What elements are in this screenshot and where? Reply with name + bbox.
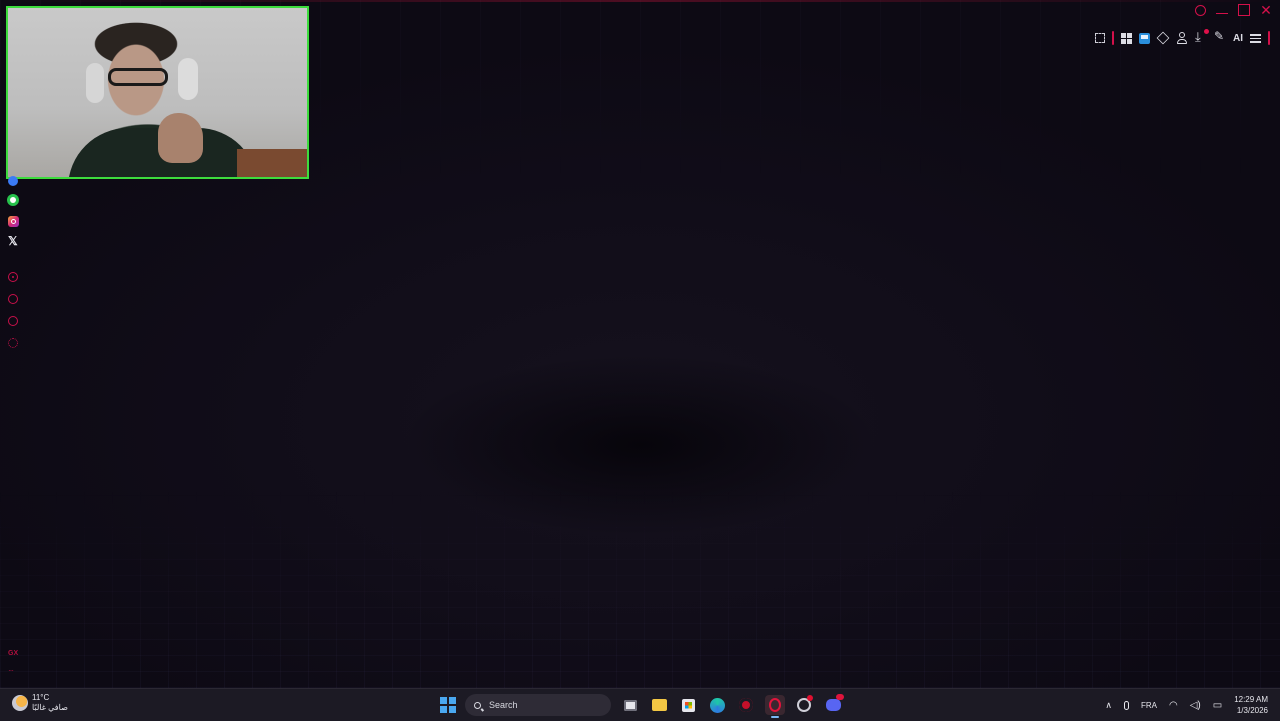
clock-date: 1/3/2026 — [1236, 706, 1268, 715]
account-icon[interactable] — [1176, 32, 1188, 44]
weather-icon — [12, 695, 28, 711]
weather-temperature: 11°C — [32, 693, 50, 702]
x-icon[interactable]: 𝕏 — [8, 235, 22, 249]
settings-icon[interactable] — [8, 338, 18, 348]
clock-time: 12:29 AM — [1234, 695, 1268, 704]
wifi-icon[interactable]: ◠ — [1169, 700, 1178, 711]
weather-widget[interactable]: 11°C صافي غالبًا — [12, 693, 68, 713]
red-app-icon[interactable] — [736, 695, 756, 715]
battery-icon[interactable]: ▭ — [1213, 700, 1222, 711]
sidebar-more-icon[interactable]: ··· — [8, 666, 14, 675]
webcam-background-shelf — [237, 149, 307, 177]
snapshot-icon[interactable] — [1095, 33, 1105, 43]
instagram-icon[interactable] — [7, 216, 19, 227]
webcam-glasses — [108, 68, 168, 86]
browser-viewport: ✕ AI 𝕏 GX ··· — [0, 0, 1280, 688]
background-floor-grid — [0, 488, 1280, 688]
microphone-icon[interactable] — [1123, 700, 1129, 710]
system-tray: ∧ FRA ◠ ◁) ▭ 12:29 AM 1/3/2026 — [1105, 689, 1268, 721]
whatsapp-icon[interactable] — [7, 194, 19, 206]
maximize-icon[interactable] — [1238, 4, 1250, 16]
webcam-hand — [158, 113, 203, 163]
window-search-icon[interactable] — [1195, 4, 1206, 16]
extension-icon[interactable] — [1139, 32, 1150, 44]
webcam-headset-left — [86, 63, 104, 103]
messenger-icon[interactable] — [8, 176, 18, 186]
search-icon — [474, 701, 481, 709]
clock[interactable]: 12:29 AM 1/3/2026 — [1234, 694, 1268, 716]
language-indicator[interactable]: FRA — [1141, 701, 1157, 710]
taskbar-apps: Search — [440, 693, 844, 718]
file-explorer-icon[interactable] — [649, 695, 669, 715]
download-icon[interactable] — [1195, 29, 1209, 45]
windows-start-icon[interactable] — [440, 697, 456, 713]
taskbar-search[interactable]: Search — [465, 694, 611, 716]
top-accent-line — [0, 0, 1280, 2]
window-controls: ✕ — [1195, 3, 1272, 17]
webcam-headset-right — [178, 58, 198, 100]
player-icon[interactable] — [8, 272, 18, 282]
weather-condition: صافي غالبًا — [32, 703, 68, 712]
microsoft-store-icon[interactable] — [678, 695, 698, 715]
weather-text: 11°C صافي غالبًا — [32, 693, 68, 713]
tray-overflow-chevron-icon[interactable]: ∧ — [1105, 700, 1112, 711]
gx-logo[interactable]: GX — [8, 650, 18, 657]
minimize-icon[interactable] — [1216, 6, 1228, 14]
ai-button[interactable]: AI — [1233, 33, 1243, 44]
toolbar-divider — [1112, 31, 1114, 45]
history-icon[interactable] — [8, 294, 18, 304]
browser-toolbar: AI — [1095, 29, 1270, 45]
task-view-icon[interactable] — [620, 695, 640, 715]
chrome-icon[interactable] — [794, 695, 814, 715]
edge-icon[interactable] — [707, 695, 727, 715]
webcam-overlay — [6, 6, 309, 179]
menu-icon[interactable] — [1250, 32, 1261, 44]
qr-grid-icon[interactable] — [1121, 32, 1132, 44]
opera-gx-icon[interactable] — [765, 695, 785, 718]
search-placeholder: Search — [489, 700, 518, 710]
aria-pen-icon[interactable] — [1214, 29, 1226, 44]
cube-icon[interactable] — [1156, 31, 1170, 45]
volume-icon[interactable]: ◁) — [1190, 700, 1201, 711]
taskbar: 11°C صافي غالبًا Search ∧ FRA ◠ ◁) ▭ 12:… — [0, 688, 1280, 721]
close-icon[interactable]: ✕ — [1260, 3, 1272, 17]
toolbar-edge-accent — [1268, 31, 1270, 45]
extensions-icon[interactable] — [8, 316, 18, 326]
discord-icon[interactable] — [823, 694, 844, 715]
